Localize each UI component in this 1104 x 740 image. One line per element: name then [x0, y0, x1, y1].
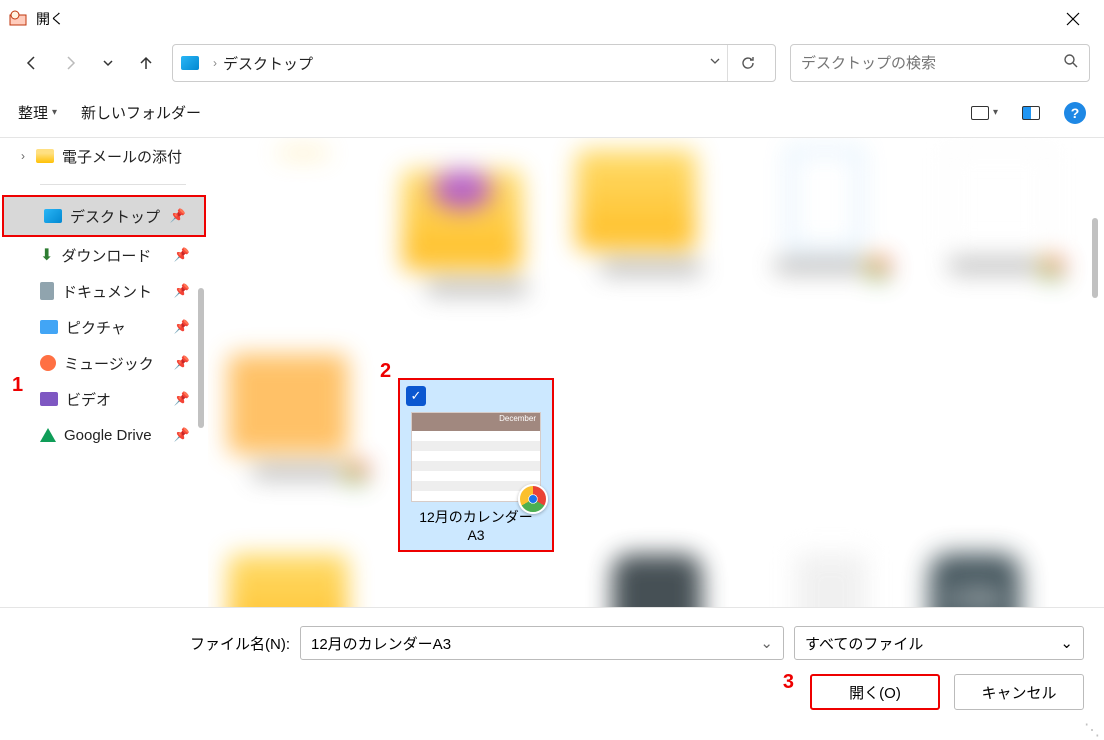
close-button[interactable] — [1050, 0, 1096, 38]
file-name-label: ファイル名(N): — [190, 633, 290, 654]
tree-label: ドキュメント — [62, 281, 152, 302]
pin-icon: 📌 — [174, 319, 190, 335]
pictures-icon — [40, 320, 58, 334]
document-icon — [40, 282, 54, 300]
file-name-input[interactable]: 12月のカレンダーA3 ⌄ — [300, 626, 784, 660]
divider — [40, 184, 186, 185]
toolbar: 整理 ▾ 新しいフォルダー ▾ ? — [0, 88, 1104, 138]
file-thumb[interactable] — [756, 554, 906, 607]
thumbnail-row — [228, 150, 1084, 534]
path-segment[interactable]: デスクトップ — [223, 53, 313, 74]
open-button[interactable]: 開く(O) — [810, 674, 940, 710]
file-thumb[interactable] — [402, 150, 552, 330]
file-pane[interactable]: CS 2 ✓ 12月のカレンダー A3 — [208, 138, 1104, 607]
sidebar-item-desktop[interactable]: デスクトップ 📌 — [2, 195, 206, 237]
file-thumb[interactable] — [582, 554, 732, 607]
desktop-icon — [44, 209, 62, 223]
organize-label: 整理 — [18, 102, 48, 123]
file-thumb[interactable] — [228, 354, 378, 534]
file-name-row: ファイル名(N): 12月のカレンダーA3 ⌄ すべてのファイル ⌄ — [20, 626, 1084, 660]
back-button[interactable] — [14, 45, 50, 81]
preview-pane-button[interactable] — [1022, 106, 1040, 120]
up-button[interactable] — [128, 45, 164, 81]
view-mode-button[interactable]: ▾ — [971, 106, 998, 120]
chevron-right-icon: › — [213, 56, 217, 70]
annotation-3: 3 — [783, 671, 794, 694]
window-title: 開く — [36, 9, 64, 29]
video-icon — [40, 392, 58, 406]
file-name-value: 12月のカレンダーA3 — [311, 633, 451, 654]
view-icon — [971, 106, 989, 120]
tree-item-email-attach[interactable]: › 電子メールの添付 — [0, 138, 208, 174]
selected-file-thumb[interactable]: ✓ 12月のカレンダー A3 — [398, 378, 554, 552]
checkbox-checked-icon[interactable]: ✓ — [406, 386, 426, 406]
sidebar-item-pictures[interactable]: ピクチャ 📌 — [0, 309, 208, 345]
forward-button[interactable] — [52, 45, 88, 81]
folder-icon — [36, 149, 54, 163]
recent-dropdown[interactable] — [90, 45, 126, 81]
sidebar: › 電子メールの添付 1 デスクトップ 📌 ⬇ ダウンロード 📌 ドキュメント … — [0, 138, 208, 607]
caret-down-icon: ▾ — [993, 107, 998, 118]
search-box[interactable] — [790, 44, 1090, 82]
address-bar[interactable]: › デスクトップ — [172, 44, 776, 82]
tree-label: ミュージック — [64, 353, 154, 374]
sidebar-scrollbar[interactable] — [194, 288, 208, 598]
pin-icon: 📌 — [170, 208, 186, 224]
content-scrollbar[interactable] — [1090, 218, 1100, 518]
search-icon — [1063, 53, 1079, 74]
cancel-button[interactable]: キャンセル — [954, 674, 1084, 710]
chevron-right-icon: › — [18, 149, 28, 163]
pin-icon: 📌 — [174, 283, 190, 299]
refresh-button[interactable] — [727, 45, 767, 81]
file-name-label: 12月のカレンダー A3 — [406, 508, 546, 544]
caret-down-icon[interactable]: ⌄ — [1060, 634, 1073, 652]
pin-icon: 📌 — [174, 427, 190, 443]
preview-pane-icon — [1022, 106, 1040, 120]
help-button[interactable]: ? — [1064, 102, 1086, 124]
dialog-body: › 電子メールの添付 1 デスクトップ 📌 ⬇ ダウンロード 📌 ドキュメント … — [0, 138, 1104, 608]
tree-label: 電子メールの添付 — [62, 146, 182, 167]
file-thumb[interactable] — [228, 554, 378, 607]
resize-grip[interactable] — [1086, 720, 1100, 734]
button-row: 開く(O) キャンセル — [20, 674, 1084, 710]
annotation-1: 1 — [12, 374, 23, 397]
pin-icon: 📌 — [174, 355, 190, 371]
thumbnail-row: CS — [228, 554, 1084, 607]
file-type-filter[interactable]: すべてのファイル ⌄ — [794, 626, 1084, 660]
gdrive-icon — [40, 428, 56, 442]
tree-label: ビデオ — [66, 389, 111, 410]
title-bar: 開く — [0, 0, 1104, 38]
tree-label: ダウンロード — [61, 245, 151, 266]
annotation-2: 2 — [380, 360, 391, 383]
download-icon: ⬇ — [40, 245, 53, 265]
caret-down-icon[interactable]: ⌄ — [760, 634, 773, 652]
file-thumb[interactable] — [228, 150, 378, 330]
filter-label: すべてのファイル — [805, 633, 923, 654]
sidebar-item-music[interactable]: ミュージック 📌 — [0, 345, 208, 381]
new-folder-label: 新しいフォルダー — [81, 102, 201, 123]
caret-down-icon: ▾ — [52, 107, 57, 118]
tree-label: Google Drive — [64, 427, 152, 444]
sidebar-item-gdrive[interactable]: Google Drive 📌 — [0, 417, 208, 453]
sidebar-item-downloads[interactable]: ⬇ ダウンロード 📌 — [0, 237, 208, 273]
app-icon — [8, 9, 28, 29]
music-icon — [40, 355, 56, 371]
path-dropdown[interactable] — [703, 54, 727, 72]
location-icon — [181, 56, 199, 70]
file-thumb[interactable] — [576, 150, 726, 330]
file-thumb[interactable]: CS — [930, 554, 1080, 607]
tree-label: デスクトップ — [70, 206, 160, 227]
file-thumb[interactable] — [924, 150, 1074, 330]
sidebar-item-videos[interactable]: ビデオ 📌 — [0, 381, 208, 417]
dialog-footer: ファイル名(N): 12月のカレンダーA3 ⌄ すべてのファイル ⌄ 3 開く(… — [0, 608, 1104, 722]
organize-menu[interactable]: 整理 ▾ — [18, 102, 57, 123]
new-folder-button[interactable]: 新しいフォルダー — [81, 102, 201, 123]
pin-icon: 📌 — [174, 247, 190, 263]
tree-label: ピクチャ — [66, 317, 126, 338]
nav-row: › デスクトップ — [0, 38, 1104, 88]
pin-icon: 📌 — [174, 391, 190, 407]
sidebar-item-documents[interactable]: ドキュメント 📌 — [0, 273, 208, 309]
file-thumb[interactable] — [750, 150, 900, 330]
search-input[interactable] — [801, 55, 1063, 72]
